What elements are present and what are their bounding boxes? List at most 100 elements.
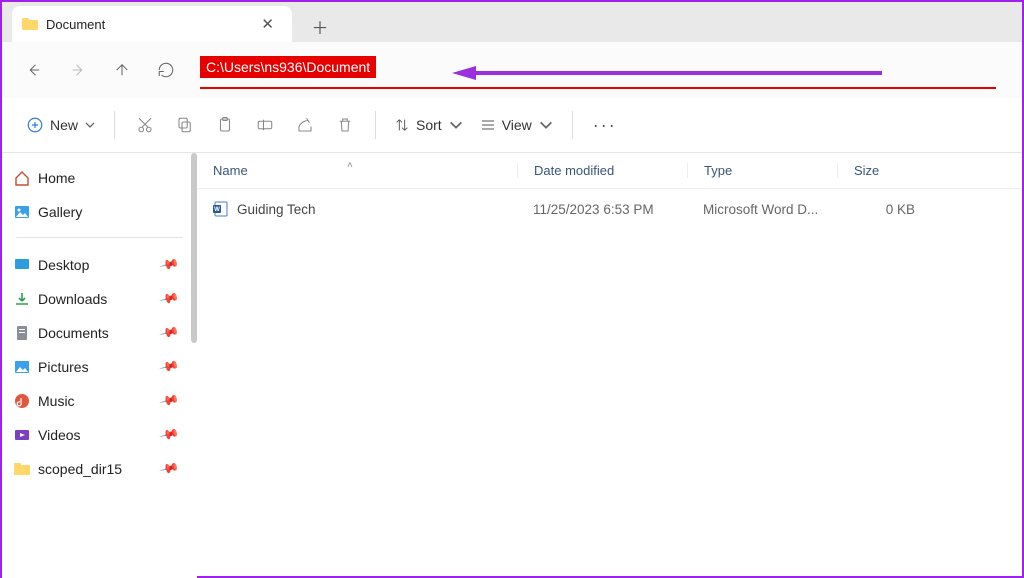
column-type[interactable]: Type: [687, 163, 837, 178]
sidebar-item-videos[interactable]: Videos 📌: [2, 418, 197, 452]
chevron-down-icon: [448, 117, 464, 133]
pin-icon: 📌: [158, 322, 180, 344]
more-button[interactable]: ···: [583, 111, 627, 140]
sidebar-item-label: Desktop: [38, 257, 89, 273]
separator: [375, 111, 376, 139]
file-name: Guiding Tech: [237, 202, 316, 217]
view-button[interactable]: View: [472, 111, 562, 139]
paste-button[interactable]: [205, 105, 245, 145]
gallery-icon: [14, 204, 30, 220]
pin-icon: 📌: [158, 356, 180, 378]
arrow-up-icon: [113, 61, 131, 79]
sidebar-item-label: Documents: [38, 325, 109, 341]
separator: [572, 111, 573, 139]
up-button[interactable]: [100, 50, 144, 90]
file-row[interactable]: W Guiding Tech 11/25/2023 6:53 PM Micros…: [197, 189, 1022, 229]
share-icon: [296, 116, 314, 134]
sort-icon: [394, 117, 410, 133]
address-path: C:\Users\ns936\Document: [200, 56, 376, 78]
plus-icon: ＋: [312, 14, 329, 39]
svg-text:W: W: [214, 207, 220, 213]
address-bar[interactable]: C:\Users\ns936\Document: [200, 53, 996, 87]
file-date: 11/25/2023 6:53 PM: [517, 202, 687, 217]
separator: [114, 111, 115, 139]
sidebar-item-label: Downloads: [38, 291, 107, 307]
sidebar-item-gallery[interactable]: Gallery: [2, 195, 197, 229]
column-size[interactable]: Size: [837, 163, 937, 178]
file-list-pane: Name ˄ Date modified Type Size W Guiding…: [197, 153, 1022, 578]
new-tab-button[interactable]: ＋: [304, 10, 336, 42]
cut-icon: [136, 116, 154, 134]
sort-indicator-icon: ˄: [347, 160, 353, 171]
desktop-icon: [14, 257, 30, 273]
arrow-right-icon: [69, 61, 87, 79]
sort-label: Sort: [416, 117, 442, 133]
sort-button[interactable]: Sort: [386, 111, 472, 139]
chevron-down-icon: [538, 117, 554, 133]
file-type: Microsoft Word D...: [687, 202, 837, 217]
new-label: New: [50, 117, 78, 133]
command-bar: New Sort View ···: [2, 98, 1022, 152]
navigation-pane: Home Gallery Desktop 📌 Downloads 📌 Docum…: [2, 153, 197, 578]
word-doc-icon: W: [213, 201, 229, 217]
trash-icon: [336, 116, 354, 134]
rename-button[interactable]: [245, 105, 285, 145]
downloads-icon: [14, 291, 30, 307]
tab-bar: Document ✕ ＋: [2, 2, 1022, 42]
home-icon: [14, 170, 30, 186]
close-icon[interactable]: ✕: [257, 15, 278, 33]
folder-icon: [14, 461, 30, 477]
sidebar-item-label: Gallery: [38, 204, 82, 220]
plus-circle-icon: [26, 116, 44, 134]
nav-bar: C:\Users\ns936\Document: [2, 42, 1022, 98]
folder-icon: [22, 16, 38, 32]
copy-icon: [176, 116, 194, 134]
sidebar-item-desktop[interactable]: Desktop 📌: [2, 248, 197, 282]
new-button[interactable]: New: [18, 110, 104, 140]
sidebar-item-downloads[interactable]: Downloads 📌: [2, 282, 197, 316]
pin-icon: 📌: [158, 254, 180, 276]
tab-title: Document: [46, 17, 257, 32]
sidebar-item-label: scoped_dir15: [38, 461, 122, 477]
sidebar-item-label: Videos: [38, 427, 81, 443]
pin-icon: 📌: [158, 288, 180, 310]
videos-icon: [14, 427, 30, 443]
sidebar-item-label: Home: [38, 170, 75, 186]
sidebar-item-label: Pictures: [38, 359, 89, 375]
annotation-underline: [200, 87, 996, 89]
column-name[interactable]: Name ˄: [197, 163, 517, 178]
column-date[interactable]: Date modified: [517, 163, 687, 178]
column-name-label: Name: [213, 163, 248, 178]
arrow-left-icon: [25, 61, 43, 79]
rename-icon: [256, 116, 274, 134]
sidebar-item-documents[interactable]: Documents 📌: [2, 316, 197, 350]
pin-icon: 📌: [158, 458, 180, 480]
refresh-button[interactable]: [144, 50, 188, 90]
tab-document[interactable]: Document ✕: [12, 6, 292, 42]
sidebar-separator: [16, 237, 183, 238]
documents-icon: [14, 325, 30, 341]
sidebar-item-music[interactable]: Music 📌: [2, 384, 197, 418]
pictures-icon: [14, 359, 30, 375]
refresh-icon: [157, 61, 175, 79]
column-headers: Name ˄ Date modified Type Size: [197, 153, 1022, 189]
view-label: View: [502, 117, 532, 133]
chevron-down-icon: [84, 119, 96, 131]
sidebar-item-pictures[interactable]: Pictures 📌: [2, 350, 197, 384]
sidebar-item-scoped[interactable]: scoped_dir15 📌: [2, 452, 197, 486]
sidebar-item-home[interactable]: Home: [2, 161, 197, 195]
share-button[interactable]: [285, 105, 325, 145]
file-size: 0 KB: [837, 202, 937, 217]
forward-button[interactable]: [56, 50, 100, 90]
view-icon: [480, 117, 496, 133]
main-area: Home Gallery Desktop 📌 Downloads 📌 Docum…: [2, 152, 1022, 578]
delete-button[interactable]: [325, 105, 365, 145]
back-button[interactable]: [12, 50, 56, 90]
pin-icon: 📌: [158, 390, 180, 412]
music-icon: [14, 393, 30, 409]
pin-icon: 📌: [158, 424, 180, 446]
sidebar-item-label: Music: [38, 393, 75, 409]
cut-button[interactable]: [125, 105, 165, 145]
copy-button[interactable]: [165, 105, 205, 145]
paste-icon: [216, 116, 234, 134]
